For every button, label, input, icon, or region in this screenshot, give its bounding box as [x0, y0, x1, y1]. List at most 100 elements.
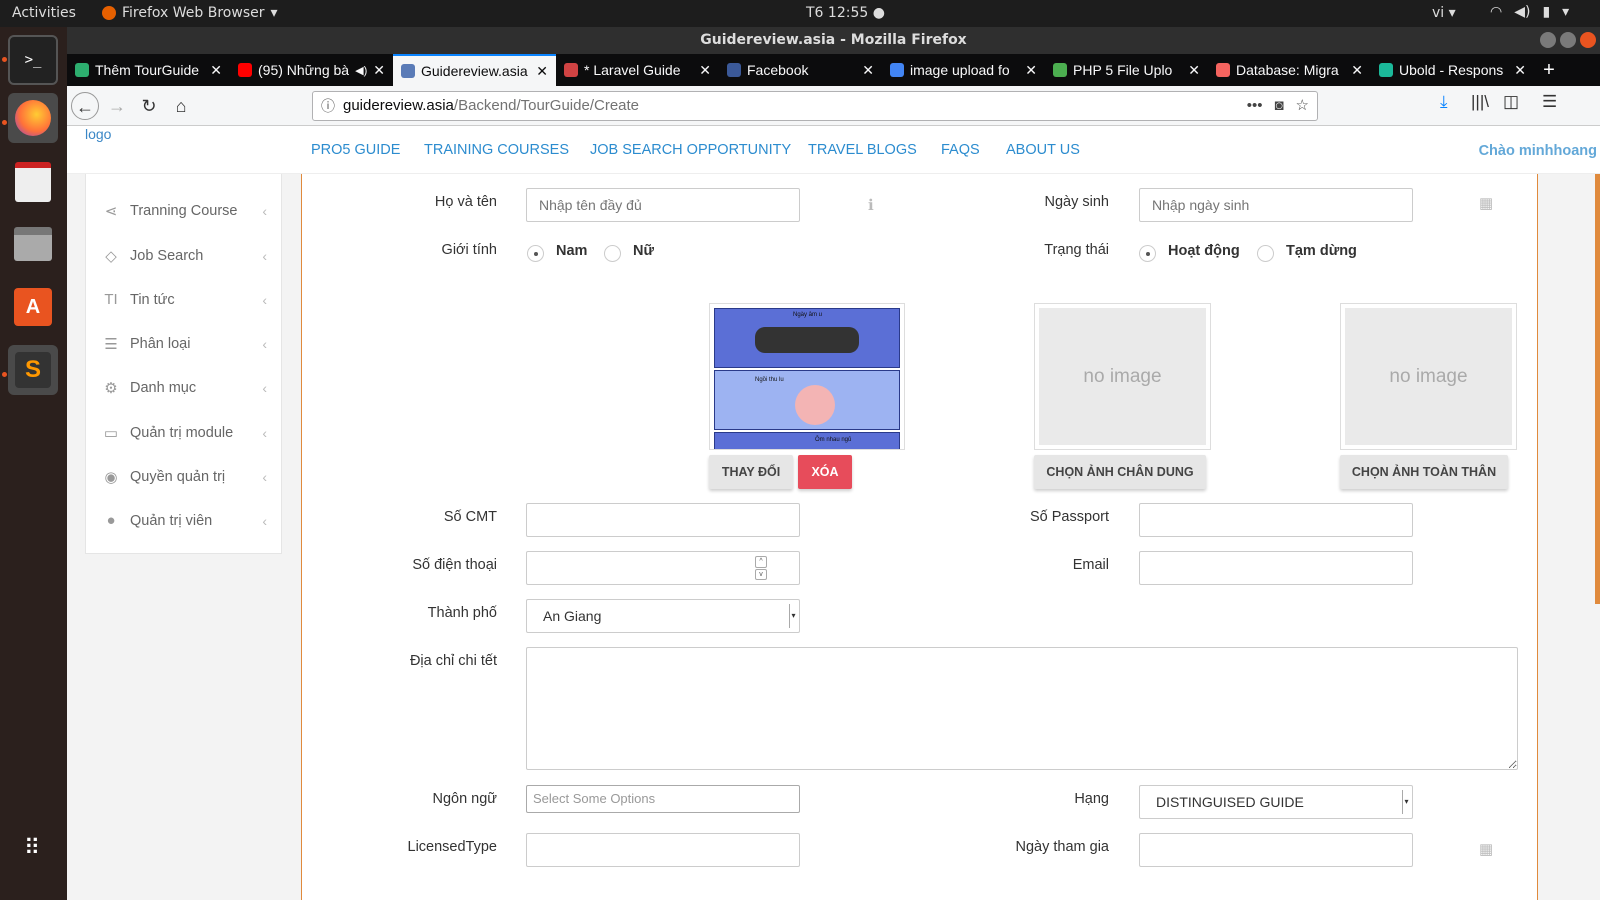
choose-portrait-button[interactable]: CHỌN ẢNH CHÂN DUNG	[1034, 455, 1206, 489]
downloads-icon[interactable]: ⤓	[1440, 92, 1448, 112]
pocket-icon[interactable]: ◙	[1274, 92, 1283, 120]
sidebar-item[interactable]: ▭ Quản trị module ‹	[102, 424, 267, 442]
url-bar[interactable]: ⓘ guidereview.asia/Backend/TourGuide/Cre…	[312, 91, 1318, 121]
sidebar-toggle-icon[interactable]: ◫	[1503, 92, 1519, 112]
browser-tab[interactable]: Guidereview.asia ✕	[393, 54, 556, 86]
nav-pro5-guide[interactable]: PRO5 GUIDE	[311, 142, 400, 158]
language-indicator[interactable]: vi ▾	[1432, 5, 1456, 21]
rank-select[interactable]: DISTINGUISED GUIDE ▾	[1139, 785, 1413, 819]
nav-faqs[interactable]: FAQS	[941, 142, 980, 158]
sidebar-item[interactable]: ⚙ Danh mục ‹	[102, 379, 267, 397]
city-select[interactable]: An Giang ▾	[526, 599, 800, 633]
sublime-text-icon[interactable]: S	[8, 345, 58, 395]
tab-close-icon[interactable]: ✕	[536, 63, 548, 80]
browser-tab[interactable]: * Laravel Guide ✕	[556, 54, 719, 86]
fullname-label: Họ và tên	[434, 194, 497, 210]
fullname-input[interactable]	[526, 188, 800, 222]
document-viewer-icon[interactable]	[8, 157, 58, 207]
birthday-input[interactable]	[1139, 188, 1413, 222]
file-manager-icon[interactable]	[8, 219, 58, 269]
clock[interactable]: T6 12:55 ●	[806, 5, 885, 21]
more-actions-icon[interactable]: •••	[1247, 92, 1263, 120]
status-option-active[interactable]: Hoạt động	[1168, 243, 1240, 259]
tab-close-icon[interactable]: ✕	[210, 62, 222, 79]
firefox-icon[interactable]	[8, 93, 58, 143]
email-input[interactable]	[1139, 551, 1413, 585]
rank-selected-value: DISTINGUISED GUIDE	[1156, 794, 1304, 810]
change-photo-button[interactable]: THAY ĐỔI	[709, 455, 793, 489]
tab-close-icon[interactable]: ✕	[699, 62, 711, 79]
passport-input[interactable]	[1139, 503, 1413, 537]
nav-about-us[interactable]: ABOUT US	[1006, 142, 1080, 158]
app-menu[interactable]: Firefox Web Browser ▾	[102, 5, 278, 21]
hamburger-menu-icon[interactable]: ☰	[1542, 92, 1557, 112]
tab-close-icon[interactable]: ✕	[373, 62, 385, 79]
list-icon: ☰	[104, 336, 118, 353]
library-icon[interactable]: |||\	[1471, 92, 1489, 112]
status-radio-active[interactable]	[1139, 245, 1156, 262]
address-textarea[interactable]	[526, 647, 1518, 770]
sidebar-item[interactable]: ◇ Job Search ‹	[102, 247, 267, 265]
browser-tab[interactable]: Ubold - Respons ✕	[1371, 54, 1534, 86]
choose-fullbody-button[interactable]: CHỌN ẢNH TOÀN THÂN	[1340, 455, 1508, 489]
browser-tab[interactable]: Thêm TourGuide ✕	[67, 54, 230, 86]
licensed-type-input[interactable]	[526, 833, 800, 867]
activities-button[interactable]: Activities	[12, 5, 76, 21]
minimize-button[interactable]	[1540, 32, 1556, 48]
chevron-left-icon: ‹	[262, 248, 267, 264]
calendar-icon[interactable]: ▦	[1479, 840, 1493, 858]
close-window-button[interactable]	[1580, 32, 1596, 48]
back-button[interactable]: ←	[71, 92, 99, 120]
tab-close-icon[interactable]: ✕	[862, 62, 874, 79]
home-button[interactable]: ⌂	[167, 92, 195, 120]
tab-close-icon[interactable]: ✕	[1514, 62, 1526, 79]
chevron-down-icon: ▾	[1562, 4, 1570, 20]
phone-input[interactable]: ^ v	[526, 551, 800, 585]
sidebar-item[interactable]: ◉ Quyền quản trị ‹	[102, 468, 267, 486]
tab-close-icon[interactable]: ✕	[1351, 62, 1363, 79]
delete-photo-button[interactable]: XÓA	[798, 455, 852, 489]
status-radio-paused[interactable]	[1257, 245, 1274, 262]
software-center-icon[interactable]: A	[8, 282, 58, 332]
sidebar-item[interactable]: ☰ Phân loại ‹	[102, 335, 267, 353]
site-logo[interactable]: logo	[85, 126, 111, 142]
system-tray[interactable]: ◠ ◀) ▮ ▾	[1490, 4, 1569, 20]
user-greeting[interactable]: Chào minhhoang	[1479, 143, 1597, 159]
browser-tab[interactable]: image upload fo ✕	[882, 54, 1045, 86]
nav-job-search[interactable]: JOB SEARCH OPPORTUNITY	[590, 142, 791, 158]
status-option-paused[interactable]: Tạm dừng	[1286, 243, 1357, 259]
language-multiselect[interactable]: Select Some Options	[526, 785, 800, 813]
new-tab-button[interactable]: +	[1534, 54, 1564, 86]
browser-tab[interactable]: Database: Migra ✕	[1208, 54, 1371, 86]
spinner-up[interactable]: ^	[755, 556, 767, 568]
bookmark-star-icon[interactable]: ☆	[1296, 92, 1309, 120]
tab-close-icon[interactable]: ✕	[1025, 62, 1037, 79]
gender-option-male[interactable]: Nam	[556, 243, 587, 259]
id-card-input[interactable]	[526, 503, 800, 537]
maximize-button[interactable]	[1560, 32, 1576, 48]
spinner-down[interactable]: v	[755, 568, 767, 580]
sidebar-item[interactable]: ● Quản trị viên ‹	[102, 512, 267, 529]
number-spinner[interactable]: ^ v	[755, 556, 767, 580]
sidebar-item[interactable]: TI Tin tức ‹	[102, 291, 267, 308]
join-date-input[interactable]	[1139, 833, 1413, 867]
calendar-icon[interactable]: ▦	[1479, 194, 1493, 212]
gender-option-female[interactable]: Nữ	[633, 243, 654, 259]
sidebar-item[interactable]: ⋖ Tranning Course ‹	[102, 202, 267, 220]
reload-button[interactable]: ↻	[135, 92, 163, 120]
browser-tab[interactable]: (95) Những bài ◀) ✕	[230, 54, 393, 86]
info-icon[interactable]: ⓘ	[321, 92, 335, 120]
browser-tab[interactable]: PHP 5 File Uplo ✕	[1045, 54, 1208, 86]
tab-favicon-icon	[727, 63, 741, 77]
browser-tab[interactable]: Facebook ✕	[719, 54, 882, 86]
page-scrollbar[interactable]	[1595, 174, 1600, 604]
tab-close-icon[interactable]: ✕	[1188, 62, 1200, 79]
gender-radio-male[interactable]	[527, 245, 544, 262]
terminal-icon[interactable]: >_	[8, 35, 58, 85]
gender-radio-female[interactable]	[604, 245, 621, 262]
nav-travel-blogs[interactable]: TRAVEL BLOGS	[808, 142, 917, 158]
nav-training-courses[interactable]: TRAINING COURSES	[424, 142, 569, 158]
forward-button[interactable]: →	[103, 92, 131, 120]
tab-audio-icon[interactable]: ◀)	[355, 64, 367, 77]
show-applications-icon[interactable]: ⠿	[8, 823, 58, 873]
